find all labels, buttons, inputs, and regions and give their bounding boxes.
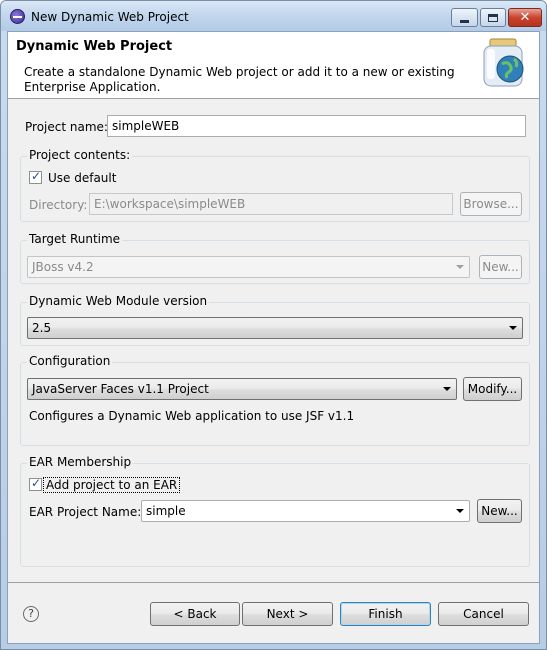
minimize-icon	[460, 19, 469, 23]
add-to-ear-label[interactable]: Add project to an EAR	[43, 477, 181, 493]
target-runtime-value: JBoss v4.2	[32, 260, 94, 274]
help-icon[interactable]: ?	[23, 606, 39, 622]
module-version-value: 2.5	[32, 321, 52, 335]
configuration-select[interactable]: JavaServer Faces v1.1 Project	[27, 378, 457, 400]
project-contents-label: Project contents:	[27, 148, 133, 162]
next-button[interactable]: Next >	[242, 602, 333, 626]
module-version-label: Dynamic Web Module version	[27, 294, 210, 308]
ear-membership-label: EAR Membership	[27, 455, 134, 469]
checkmark-icon: ✓	[31, 476, 42, 490]
runtime-new-button[interactable]: New...	[479, 255, 522, 279]
chevron-down-icon	[509, 326, 517, 330]
dialog-body: Dynamic Web Project Create a standalone …	[7, 31, 540, 644]
close-icon: ✕	[519, 10, 531, 25]
configuration-value: JavaServer Faces v1.1 Project	[32, 382, 209, 396]
close-button[interactable]: ✕	[508, 8, 542, 27]
use-default-checkbox[interactable]: ✓	[29, 169, 42, 184]
maximize-button[interactable]	[480, 8, 506, 27]
title-bar: New Dynamic Web Project ✕	[1, 1, 546, 31]
chevron-down-icon	[456, 265, 464, 269]
eclipse-icon	[10, 9, 25, 24]
wizard-header: Dynamic Web Project Create a standalone …	[8, 32, 539, 99]
page-title: Dynamic Web Project	[16, 39, 173, 54]
directory-label: Directory:	[29, 198, 88, 212]
use-default-label[interactable]: Use default	[48, 171, 116, 185]
module-version-select[interactable]: 2.5	[27, 317, 523, 339]
configuration-label: Configuration	[27, 354, 113, 368]
project-name-label: Project name:	[25, 120, 108, 134]
chevron-down-icon	[456, 509, 464, 513]
footer-separator	[8, 582, 539, 583]
target-runtime-select[interactable]: JBoss v4.2	[27, 256, 470, 278]
ear-project-name-combo[interactable]: simple	[141, 500, 470, 522]
add-to-ear-checkbox[interactable]: ✓	[29, 476, 42, 491]
project-name-input[interactable]: simpleWEB	[107, 115, 526, 137]
window-title: New Dynamic Web Project	[31, 10, 189, 24]
finish-button[interactable]: Finish	[340, 602, 431, 626]
chevron-down-icon	[443, 387, 451, 391]
ear-project-name-value: simple	[146, 504, 186, 518]
configuration-description: Configures a Dynamic Web application to …	[29, 409, 355, 423]
minimize-button[interactable]	[451, 8, 478, 27]
maximize-icon	[488, 13, 498, 22]
checkmark-icon: ✓	[31, 169, 42, 183]
page-description: Create a standalone Dynamic Web project …	[24, 65, 455, 94]
configuration-group: Configuration	[20, 354, 530, 446]
browse-button[interactable]: Browse...	[460, 192, 522, 216]
ear-new-button[interactable]: New...	[477, 499, 522, 523]
directory-input[interactable]: E:\workspace\simpleWEB	[89, 193, 453, 215]
back-button[interactable]: < Back	[150, 602, 240, 626]
web-project-jar-icon	[483, 38, 524, 87]
modify-button[interactable]: Modify...	[463, 377, 522, 401]
dialog-window: New Dynamic Web Project ✕ Dynamic Web Pr…	[0, 0, 547, 650]
cancel-button[interactable]: Cancel	[438, 602, 529, 626]
target-runtime-label: Target Runtime	[27, 232, 123, 246]
ear-project-name-label: EAR Project Name:	[29, 505, 142, 519]
